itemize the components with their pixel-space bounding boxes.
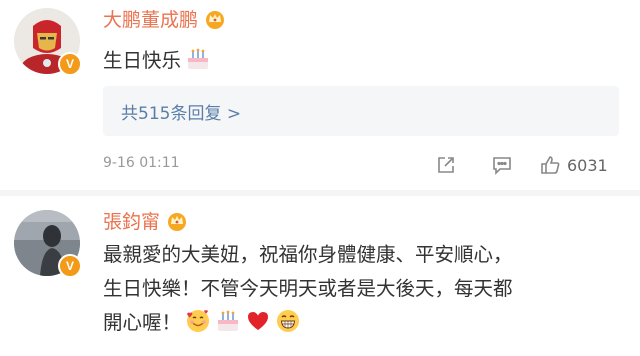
verified-badge-icon: V [58, 254, 82, 278]
avatar[interactable]: V [14, 210, 82, 278]
thumbs-up-icon [541, 156, 560, 174]
grinning-emoji-icon [275, 308, 301, 334]
cake-emoji-icon [185, 46, 211, 72]
replies-summary[interactable]: 共515条回复 > [103, 86, 619, 136]
crown-badge-icon [206, 11, 225, 29]
smiling-hearts-emoji-icon [185, 308, 211, 334]
comment-icon [493, 157, 511, 175]
comment-username[interactable]: 張鈞甯 [103, 210, 188, 234]
share-icon [438, 157, 454, 173]
comment-text-line: 生日快乐 [103, 49, 182, 72]
username-text: 張鈞甯 [103, 211, 161, 233]
view-replies-link[interactable]: 共515条回复 > [121, 99, 241, 124]
crown-badge-icon [168, 213, 187, 231]
like-count: 6031 [567, 155, 608, 175]
avatar[interactable]: V [14, 8, 82, 76]
verified-badge-icon: V [58, 52, 82, 76]
comment-meta: 9-16 01:11 6031 [103, 152, 619, 178]
comment-text-line: 最親愛的大美妞，祝福你身體健康、平安順心， [103, 243, 513, 266]
comment-text: 最親愛的大美妞，祝福你身體健康、平安順心， 生日快樂！不管今天明天或者是大後天，… [103, 238, 613, 340]
share-button[interactable] [435, 152, 457, 178]
cake-emoji-icon [215, 308, 241, 334]
comment-text: 生日快乐 [103, 44, 211, 78]
comment-timestamp: 9-16 01:11 [103, 155, 180, 171]
comment-item: V 張鈞甯 最親愛的大美妞，祝福你身體健康、平安順心， 生日快樂！不管今天明天或… [0, 196, 640, 356]
comment-item: V 大鹏董成鹏 生日快乐 共515条回复 > 9-16 01:11 6031 [0, 0, 640, 190]
comment-text-line: 生日快樂！不管今天明天或者是大後天，每天都 [103, 277, 513, 300]
like-button[interactable]: 6031 [539, 152, 608, 178]
comment-text-line-last: 開心喔！ [103, 306, 613, 340]
comment-button[interactable] [491, 152, 513, 178]
username-text: 大鹏董成鹏 [103, 9, 199, 31]
comment-text-line: 開心喔！ [103, 311, 182, 334]
red-heart-emoji-icon [245, 308, 271, 334]
comment-username[interactable]: 大鹏董成鹏 [103, 8, 226, 32]
